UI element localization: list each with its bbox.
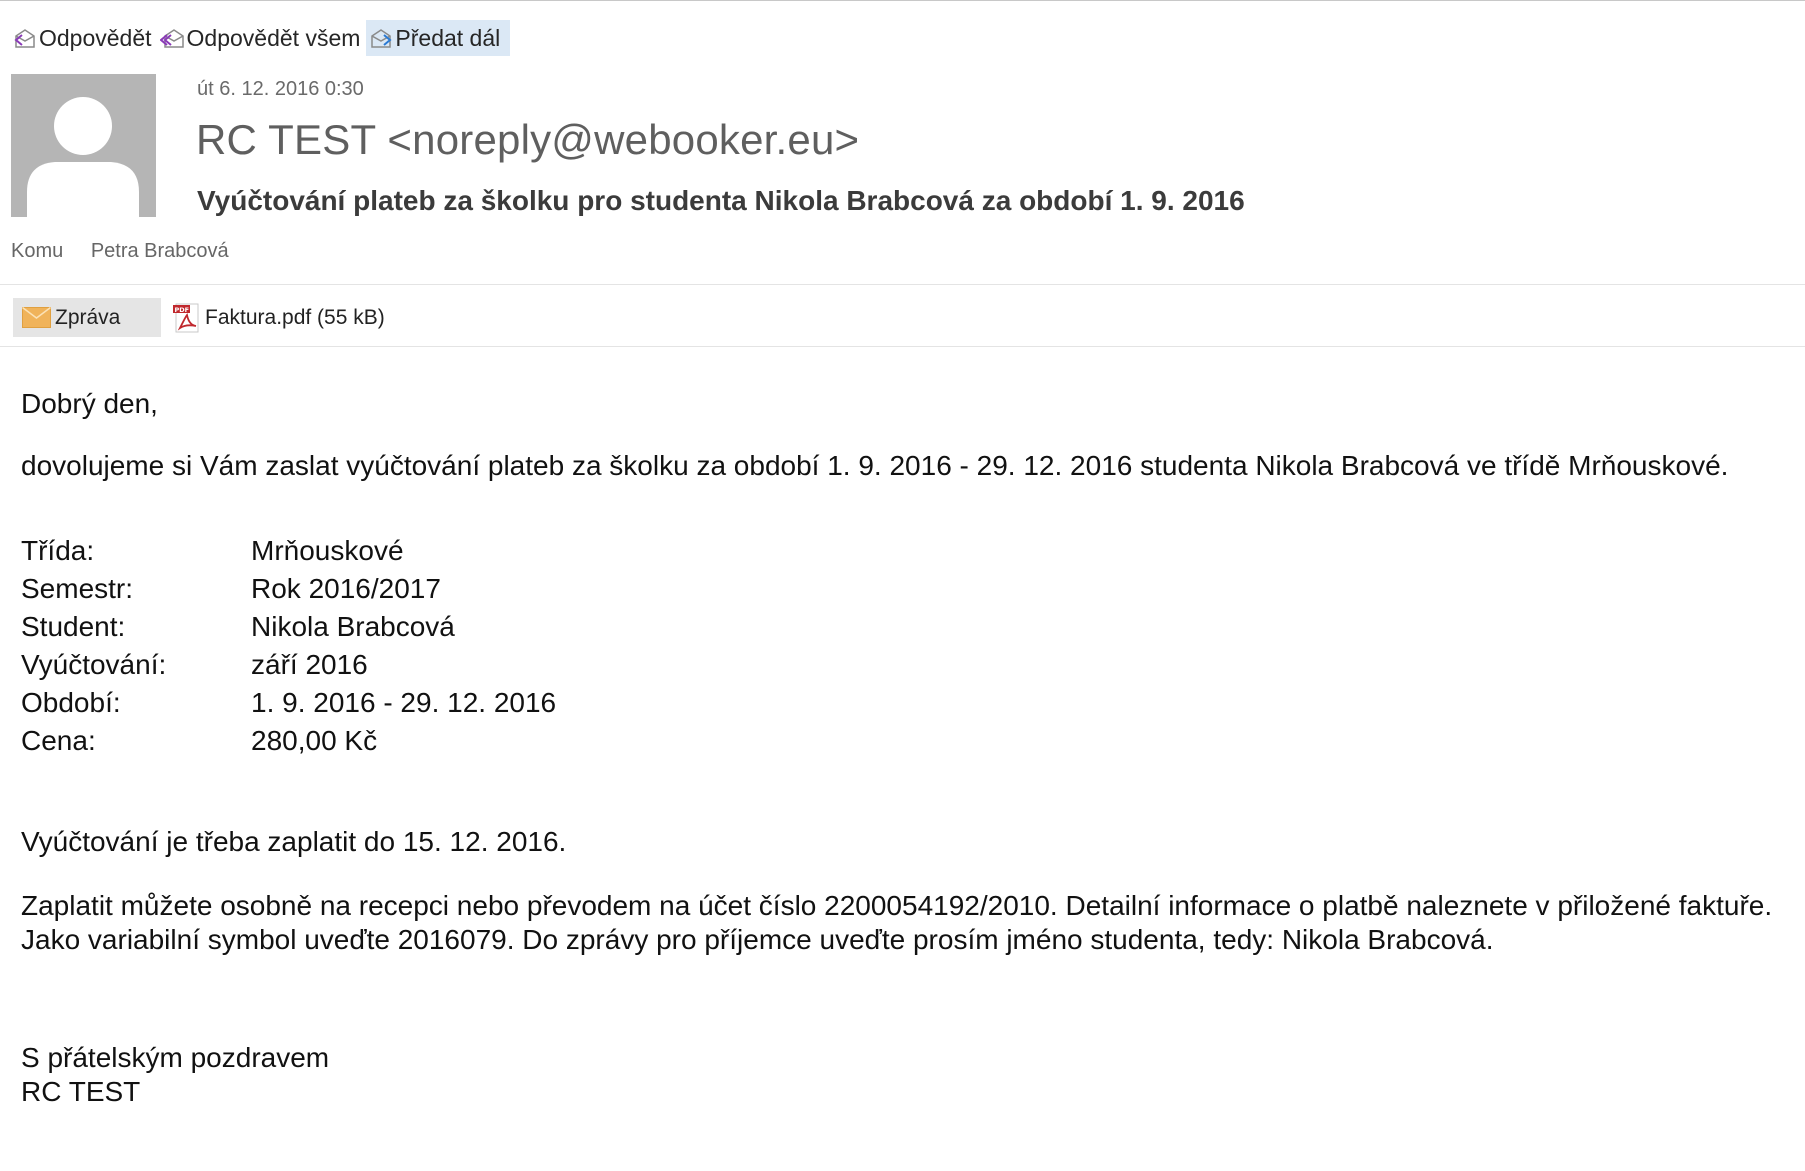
recipient-line: Komu Petra Brabcová [11,240,229,263]
detail-label: Semestr: [21,573,134,604]
reply-all-button[interactable]: Odpovědět všem [158,20,367,56]
detail-label: Cena: [21,725,96,756]
details-row: Student: Nikola Brabcová [21,608,556,646]
reply-icon [14,29,35,48]
reply-button[interactable]: Odpovědět [10,20,158,56]
signature-text: RC TEST [21,1076,141,1107]
top-border [0,0,1805,1]
forward-label: Předat dál [395,24,501,51]
person-icon [27,97,139,217]
forward-icon [371,29,392,48]
detail-value: Rok 2016/2017 [251,573,441,604]
header-divider [0,284,1805,285]
envelope-icon [22,307,51,328]
details-row: Cena: 280,00 Kč [21,722,556,760]
to-label: Komu [11,240,64,262]
sender-avatar [11,74,156,217]
forward-button[interactable]: Předat dál [366,20,511,56]
details-row: Třída: Mrňouskové [21,532,556,570]
message-toolbar: Odpovědět Odpovědět všem Předat dál [10,20,511,56]
recipient-name[interactable]: Petra Brabcová [91,240,229,262]
svg-text:PDF: PDF [175,306,190,314]
detail-value: Nikola Brabcová [251,611,455,642]
message-tab-label: Zpráva [55,305,121,329]
details-row: Vyúčtování: září 2016 [21,646,556,684]
closing-text: S přátelským pozdravem [21,1042,330,1073]
reply-all-label: Odpovědět všem [186,24,361,51]
pdf-icon: PDF [173,303,199,332]
details-row: Období: 1. 9. 2016 - 29. 12. 2016 [21,684,556,722]
detail-label: Období: [21,687,121,718]
payment-text-line1: Zaplatit můžete osobně na recepci nebo p… [21,890,1773,921]
pdf-attachment-label: Faktura.pdf (55 kB) [205,305,385,329]
message-subject: Vyúčtování plateb za školku pro studenta… [197,185,1245,216]
due-date-text: Vyúčtování je třeba zaplatit do 15. 12. … [21,826,567,857]
detail-value: Mrňouskové [251,535,404,566]
body-divider [0,346,1805,347]
greeting-text: Dobrý den, [21,388,158,419]
detail-label: Vyúčtování: [21,649,167,680]
detail-value: 280,00 Kč [251,725,378,756]
pdf-attachment[interactable]: PDF Faktura.pdf (55 kB) [172,298,385,337]
sender-name[interactable]: RC TEST <noreply@webooker.eu> [196,116,859,164]
reply-all-icon [159,29,184,48]
detail-value: 1. 9. 2016 - 29. 12. 2016 [251,687,557,718]
payment-text-line2: Jako variabilní symbol uveďte 2016079. D… [21,924,1494,955]
billing-details-table: Třída: Mrňouskové Semestr: Rok 2016/2017… [21,532,556,760]
attachment-bar: Zpráva PDF Faktura.pdf (55 kB) [13,298,385,337]
detail-value: září 2016 [251,649,368,680]
reply-label: Odpovědět [39,24,152,51]
intro-text: dovolujeme si Vám zaslat vyúčtování plat… [21,450,1729,481]
message-date: út 6. 12. 2016 0:30 [197,78,364,100]
detail-label: Třída: [21,535,95,566]
details-row: Semestr: Rok 2016/2017 [21,570,556,608]
message-tab[interactable]: Zpráva [13,298,161,337]
detail-label: Student: [21,611,126,642]
